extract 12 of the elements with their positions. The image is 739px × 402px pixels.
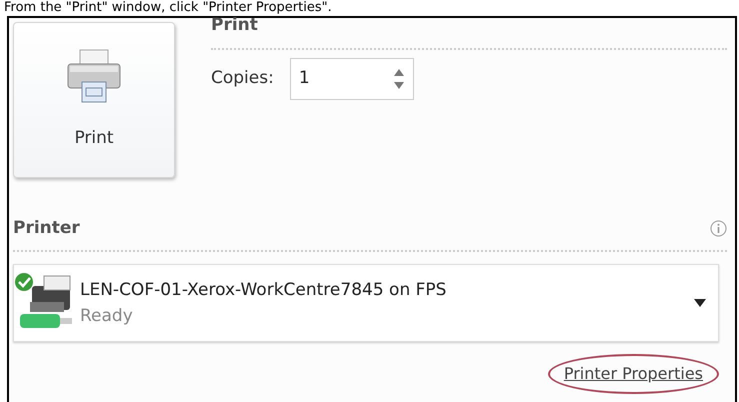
printer-properties-link[interactable]: Printer Properties	[564, 364, 703, 382]
copies-label: Copies:	[211, 67, 274, 90]
instruction-text: From the "Print" window, click "Printer Properties".	[3, 0, 333, 16]
dropdown-caret-icon	[694, 298, 706, 306]
printer-status: Ready	[80, 304, 134, 328]
print-button[interactable]: Print	[13, 22, 175, 178]
printer-dropdown[interactable]: LEN-COF-01-Xerox-WorkCentre7845 on FPS Ready	[13, 264, 719, 342]
section-title: Printer	[12, 217, 80, 240]
info-icon[interactable]	[710, 220, 727, 238]
printer-name: LEN-COF-01-Xerox-WorkCentre7845 on FPS	[80, 278, 448, 302]
section-title: Print	[211, 14, 259, 36]
copies-spinner[interactable]: 1	[290, 58, 414, 100]
